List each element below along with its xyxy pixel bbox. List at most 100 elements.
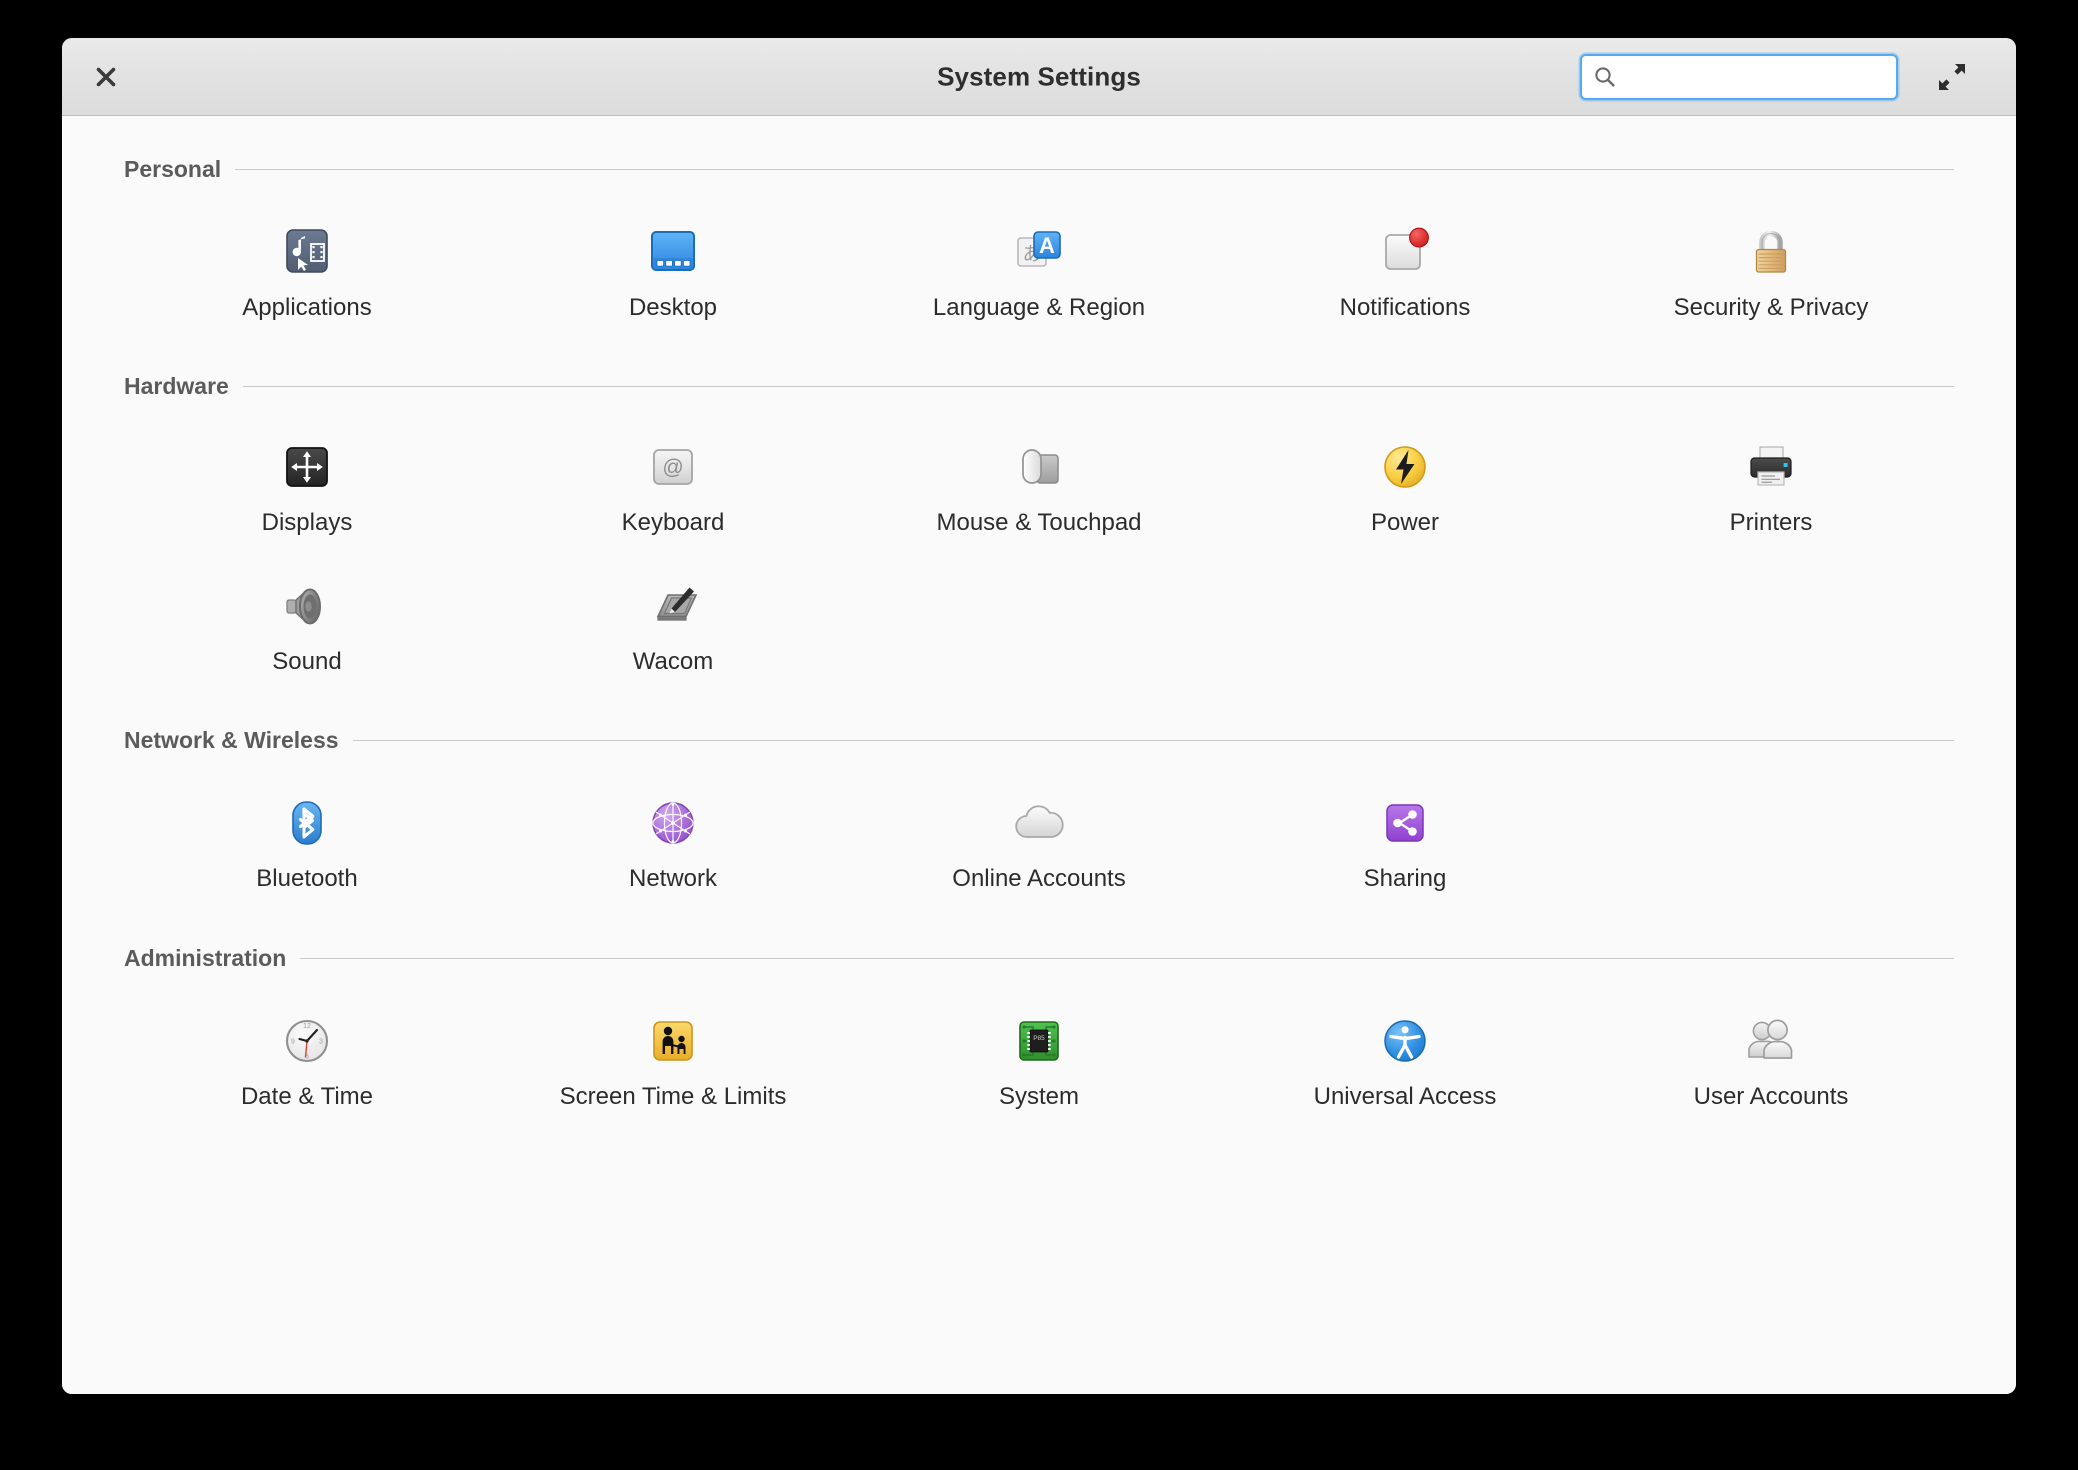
speaker-icon <box>270 573 344 639</box>
cpu-chip-icon: P85 <box>1002 1008 1076 1074</box>
settings-item-label: Security & Privacy <box>1673 294 1869 321</box>
settings-grid-network: Bluetooth Network Online Accounts Sharin… <box>124 754 1954 904</box>
section-header-hardware: Hardware <box>124 333 1954 400</box>
section-divider <box>300 957 1954 959</box>
settings-item-label: Bluetooth <box>256 865 358 893</box>
settings-item-label: Online Accounts <box>952 865 1126 893</box>
close-icon <box>96 67 116 86</box>
settings-item-label: Language & Region <box>932 294 1146 321</box>
settings-item-date-time[interactable]: 12 3 6 9 Date & Time <box>124 998 490 1122</box>
search-box[interactable] <box>1580 53 1898 100</box>
section-divider <box>242 386 1954 388</box>
search-input[interactable] <box>1626 61 1866 92</box>
section-title: Hardware <box>124 373 229 400</box>
settings-item-label: Notifications <box>1339 294 1471 321</box>
settings-item-sound[interactable]: Sound <box>124 563 490 687</box>
wacom-tablet-icon <box>636 573 710 639</box>
clock-icon: 12 3 6 9 <box>270 1008 344 1074</box>
settings-item-label: Power <box>1370 509 1440 537</box>
section-title: Administration <box>124 944 287 971</box>
settings-item-label: Desktop <box>628 294 718 321</box>
settings-item-bluetooth[interactable]: Bluetooth <box>124 780 490 904</box>
section-divider <box>352 740 1954 742</box>
bluetooth-icon <box>270 790 344 856</box>
section-network-wireless: Network & Wireless Bluetooth Network Onl… <box>124 687 1954 904</box>
settings-item-wacom[interactable]: Wacom <box>490 563 856 687</box>
settings-item-mouse-touchpad[interactable]: Mouse & Touchpad <box>856 424 1222 548</box>
section-personal: Personal Applications Desktop あ A Langua… <box>124 116 1954 333</box>
settings-grid-hardware-row1: Displays @ Keyboard Mouse & Touchpad Pow… <box>124 400 1954 548</box>
settings-item-system[interactable]: P85 System <box>856 998 1222 1122</box>
svg-text:@: @ <box>662 456 683 479</box>
padlock-icon <box>1734 219 1808 285</box>
settings-item-keyboard[interactable]: @ Keyboard <box>490 424 856 548</box>
svg-text:A: A <box>1039 233 1055 258</box>
settings-item-label: Wacom <box>632 647 714 675</box>
settings-item-label: User Accounts <box>1693 1082 1849 1110</box>
keyboard-icon: @ <box>636 434 710 500</box>
settings-item-power[interactable]: Power <box>1222 424 1588 548</box>
settings-item-network[interactable]: Network <box>490 780 856 904</box>
section-administration: Administration 12 3 6 9 Date & Time Scre… <box>124 905 1954 1122</box>
svg-text:12: 12 <box>303 1023 311 1030</box>
settings-item-label: Displays <box>261 509 353 537</box>
settings-item-label: Screen Time & Limits <box>559 1082 787 1110</box>
svg-text:P85: P85 <box>1033 1035 1045 1042</box>
search-icon <box>1595 66 1615 87</box>
settings-item-applications[interactable]: Applications <box>124 209 490 333</box>
titlebar: System Settings <box>62 38 2016 116</box>
parental-controls-icon <box>636 1008 710 1074</box>
displays-icon <box>270 434 344 500</box>
settings-item-label: Sound <box>272 647 342 675</box>
svg-text:9: 9 <box>291 1038 295 1045</box>
section-hardware: Hardware Displays @ Keyboard Mouse & Tou… <box>124 333 1954 687</box>
settings-item-security-privacy[interactable]: Security & Privacy <box>1588 209 1954 333</box>
notifications-icon <box>1368 219 1442 285</box>
users-icon <box>1734 1008 1808 1074</box>
accessibility-icon <box>1368 1008 1442 1074</box>
settings-item-label: Printers <box>1729 509 1813 537</box>
printer-icon <box>1734 434 1808 500</box>
expand-diagonal-icon <box>1939 63 1965 90</box>
section-title: Network & Wireless <box>124 727 339 754</box>
section-header-administration: Administration <box>124 905 1954 972</box>
settings-item-label: Network <box>628 865 718 893</box>
settings-item-language-region[interactable]: あ A Language & Region <box>856 209 1222 333</box>
settings-item-label: Sharing <box>1363 865 1447 893</box>
applications-icon <box>270 219 344 285</box>
settings-item-label: Date & Time <box>240 1082 374 1110</box>
settings-item-label: Mouse & Touchpad <box>936 509 1142 537</box>
settings-item-user-accounts[interactable]: User Accounts <box>1588 998 1954 1122</box>
section-divider <box>235 169 1954 170</box>
network-globe-icon <box>636 790 710 856</box>
settings-item-sharing[interactable]: Sharing <box>1222 780 1588 904</box>
settings-item-universal-access[interactable]: Universal Access <box>1222 998 1588 1122</box>
section-header-network-wireless: Network & Wireless <box>124 687 1954 754</box>
system-settings-window: System Settings Personal Applications De… <box>62 38 2016 1394</box>
settings-item-printers[interactable]: Printers <box>1588 424 1954 548</box>
section-title: Personal <box>124 156 222 182</box>
power-bolt-icon <box>1368 434 1442 500</box>
share-icon <box>1368 790 1442 856</box>
close-window-button[interactable] <box>80 51 132 103</box>
settings-content: Personal Applications Desktop あ A Langua… <box>62 116 2016 1394</box>
settings-item-label: Universal Access <box>1313 1082 1497 1110</box>
settings-item-label: System <box>998 1082 1079 1110</box>
settings-item-desktop[interactable]: Desktop <box>490 209 856 333</box>
settings-grid-personal: Applications Desktop あ A Language & Regi… <box>124 183 1954 333</box>
cloud-icon <box>1002 790 1076 856</box>
settings-grid-administration: 12 3 6 9 Date & Time Screen Time & Limit… <box>124 972 1954 1122</box>
settings-item-displays[interactable]: Displays <box>124 424 490 548</box>
maximize-window-button[interactable] <box>1928 53 1976 101</box>
settings-item-notifications[interactable]: Notifications <box>1222 209 1588 333</box>
settings-item-online-accounts[interactable]: Online Accounts <box>856 780 1222 904</box>
settings-item-label: Applications <box>242 294 372 321</box>
mouse-touchpad-icon <box>1002 434 1076 500</box>
desktop-icon <box>636 219 710 285</box>
settings-grid-hardware-row2: Sound Wacom <box>124 549 1954 687</box>
language-region-icon: あ A <box>1002 219 1076 285</box>
svg-text:3: 3 <box>319 1038 323 1045</box>
settings-item-label: Keyboard <box>621 509 725 537</box>
section-header-personal: Personal <box>124 116 1954 183</box>
settings-item-screen-time-limits[interactable]: Screen Time & Limits <box>490 998 856 1122</box>
